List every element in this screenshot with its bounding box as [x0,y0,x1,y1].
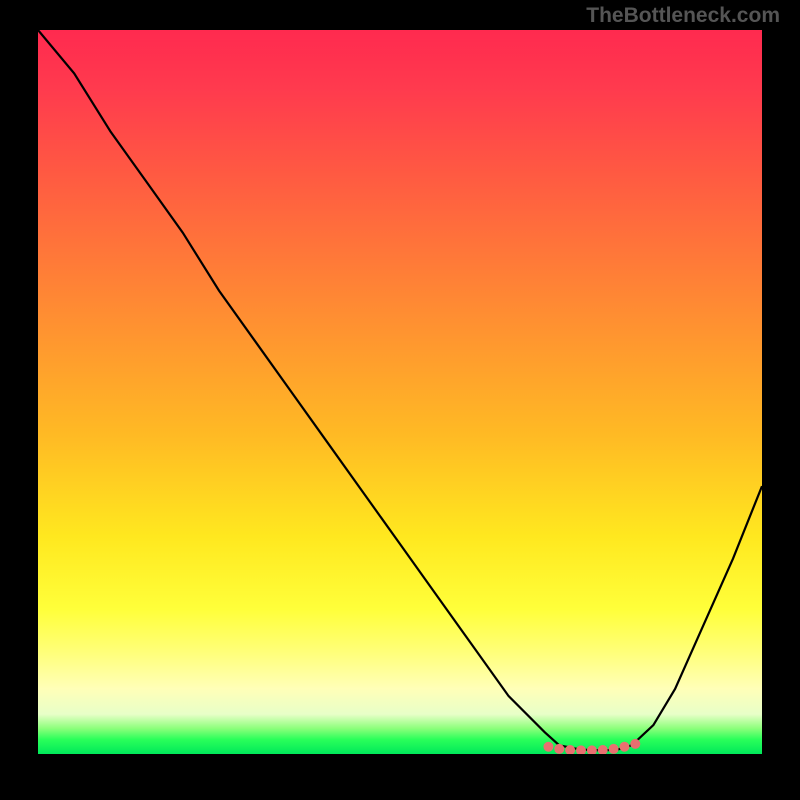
marker-dot [609,744,619,754]
watermark-text: TheBottleneck.com [586,4,780,28]
marker-dot [619,742,629,752]
chart-svg [38,30,762,754]
bottleneck-curve [38,30,762,750]
marker-dot [598,745,608,754]
marker-dot [543,742,553,752]
marker-dot [576,745,586,754]
chart-plot-area [38,30,762,754]
bottom-marker-dots [543,739,640,754]
marker-dot [554,744,564,754]
marker-dot [630,739,640,749]
marker-dot [587,745,597,754]
